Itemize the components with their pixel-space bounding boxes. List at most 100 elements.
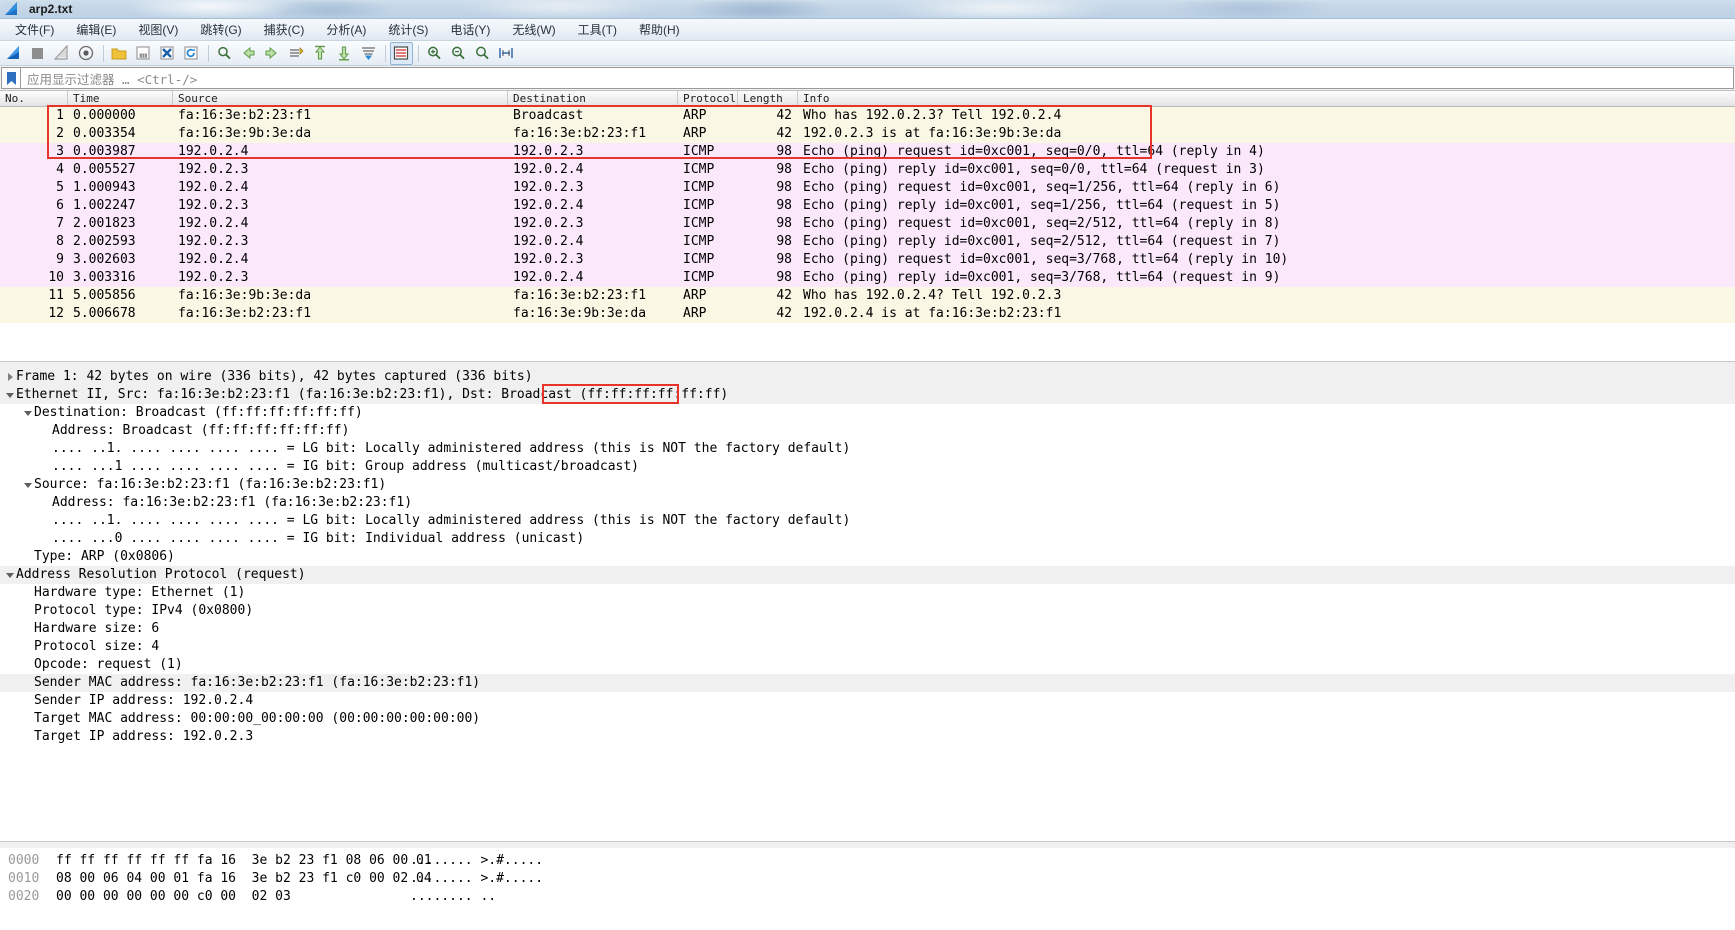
- menu-help[interactable]: 帮助(H): [628, 19, 691, 41]
- detail-row[interactable]: Ethernet II, Src: fa:16:3e:b2:23:f1 (fa:…: [0, 386, 1735, 404]
- zoom-reset-icon[interactable]: [471, 42, 494, 65]
- menu-view[interactable]: 视图(V): [127, 19, 189, 41]
- detail-row-label: Opcode: request (1): [34, 657, 183, 672]
- packet-row[interactable]: 2 0.003354 fa:16:3e:9b:3e:da fa:16:3e:b2:23…: [0, 125, 1735, 143]
- svg-text:010: 010: [140, 53, 148, 58]
- menu-edit[interactable]: 编辑(E): [65, 19, 127, 41]
- detail-row[interactable]: Source: fa:16:3e:b2:23:f1 (fa:16:3e:b2:2…: [0, 476, 1735, 494]
- display-filter-input[interactable]: 应用显示过滤器 … <Ctrl-/>: [20, 67, 1734, 89]
- start-capture-icon[interactable]: [3, 42, 26, 65]
- column-header-length[interactable]: Length: [738, 91, 798, 106]
- packet-cell-source: 192.0.2.4: [178, 216, 249, 231]
- open-file-icon[interactable]: [108, 42, 131, 65]
- detail-row[interactable]: Protocol type: IPv4 (0x0800): [0, 602, 1735, 620]
- detail-row[interactable]: Type: ARP (0x0806): [0, 548, 1735, 566]
- packet-list-body[interactable]: 1 0.000000 fa:16:3e:b2:23:f1 Broadcast ARP 42…: [0, 107, 1735, 323]
- stop-capture-icon[interactable]: [27, 42, 50, 65]
- packet-bytes-pane[interactable]: 0000 ff ff ff ff ff ff fa 16 3e b2 23 f1 …: [0, 848, 1735, 930]
- detail-row[interactable]: .... ...1 .... .... .... .... = IG bit: …: [0, 458, 1735, 476]
- packet-row[interactable]: 6 1.002247 192.0.2.3 192.0.2.4 ICMP 98 Echo (p…: [0, 197, 1735, 215]
- menu-go[interactable]: 跳转(G): [189, 19, 252, 41]
- go-back-icon[interactable]: [237, 42, 260, 65]
- detail-row[interactable]: Address: Broadcast (ff:ff:ff:ff:ff:ff): [0, 422, 1735, 440]
- packet-row[interactable]: 3 0.003987 192.0.2.4 192.0.2.3 ICMP 98 Echo (p…: [0, 143, 1735, 161]
- go-forward-icon[interactable]: [261, 42, 284, 65]
- column-header-info[interactable]: Info: [798, 91, 1658, 106]
- detail-row[interactable]: Target MAC address: 00:00:00_00:00:00 (0…: [0, 710, 1735, 728]
- packet-row[interactable]: 7 2.001823 192.0.2.4 192.0.2.3 ICMP 98 Echo (p…: [0, 215, 1735, 233]
- zoom-out-icon[interactable]: [447, 42, 470, 65]
- menu-statistics[interactable]: 统计(S): [377, 19, 439, 41]
- go-to-last-packet-icon[interactable]: [333, 42, 356, 65]
- packet-detail-tree[interactable]: Frame 1: 42 bytes on wire (336 bits), 42…: [0, 368, 1735, 746]
- colorize-packets-icon[interactable]: [390, 41, 413, 65]
- packet-cell-time: 5.006678: [73, 306, 136, 321]
- packet-cell-source: fa:16:3e:9b:3e:da: [178, 126, 312, 141]
- detail-row-label: Sender IP address: 192.0.2.4: [34, 693, 254, 708]
- collapse-triangle-icon[interactable]: [4, 392, 16, 398]
- hex-bytes: 08 00 06 04 00 01 fa 16 3e b2 23 f1 c0 0…: [56, 871, 432, 886]
- detail-row[interactable]: Sender IP address: 192.0.2.4: [0, 692, 1735, 710]
- packet-detail-pane[interactable]: Frame 1: 42 bytes on wire (336 bits), 42…: [0, 368, 1735, 842]
- detail-row[interactable]: Hardware size: 6: [0, 620, 1735, 638]
- detail-row[interactable]: .... ..1. .... .... .... .... = LG bit: …: [0, 512, 1735, 530]
- packet-row[interactable]: 4 0.005527 192.0.2.3 192.0.2.4 ICMP 98 Echo (p…: [0, 161, 1735, 179]
- column-header-no[interactable]: No.: [0, 91, 68, 106]
- detail-row[interactable]: Address: fa:16:3e:b2:23:f1 (fa:16:3e:b2:…: [0, 494, 1735, 512]
- collapse-triangle-icon[interactable]: [22, 482, 34, 488]
- column-header-protocol[interactable]: Protocol: [678, 91, 738, 106]
- packet-cell-protocol: ARP: [683, 108, 707, 123]
- packet-cell-destination: 192.0.2.4: [513, 198, 584, 213]
- packet-list[interactable]: No. Time Source Destination Protocol Len…: [0, 91, 1735, 362]
- packet-cell-no: 6: [56, 198, 64, 213]
- resize-columns-icon[interactable]: [495, 42, 518, 65]
- detail-row[interactable]: .... ...0 .... .... .... .... = IG bit: …: [0, 530, 1735, 548]
- restart-capture-icon[interactable]: [51, 42, 74, 65]
- detail-row[interactable]: .... ..1. .... .... .... .... = LG bit: …: [0, 440, 1735, 458]
- hex-row[interactable]: 0010 08 00 06 04 00 01 fa 16 3e b2 23 f1 …: [0, 870, 1735, 888]
- hex-row[interactable]: 0000 ff ff ff ff ff ff fa 16 3e b2 23 f1 …: [0, 852, 1735, 870]
- expand-triangle-icon[interactable]: [4, 373, 16, 381]
- packet-row[interactable]: 10 3.003316 192.0.2.3 192.0.2.4 ICMP 98 Echo (…: [0, 269, 1735, 287]
- menu-wireless[interactable]: 无线(W): [501, 19, 566, 41]
- reload-file-icon[interactable]: [180, 42, 203, 65]
- column-header-source[interactable]: Source: [173, 91, 508, 106]
- go-to-first-packet-icon[interactable]: [309, 42, 332, 65]
- packet-row[interactable]: 11 5.005856 fa:16:3e:9b:3e:da fa:16:3e:b2:2…: [0, 287, 1735, 305]
- auto-scroll-icon[interactable]: [357, 42, 380, 65]
- detail-row[interactable]: Target IP address: 192.0.2.3: [0, 728, 1735, 746]
- detail-row[interactable]: Opcode: request (1): [0, 656, 1735, 674]
- hex-row[interactable]: 0020 00 00 00 00 00 00 c0 00 02 03.......…: [0, 888, 1735, 906]
- close-file-icon[interactable]: [156, 42, 179, 65]
- collapse-triangle-icon[interactable]: [22, 410, 34, 416]
- detail-row[interactable]: Address Resolution Protocol (request): [0, 566, 1735, 584]
- find-packet-icon[interactable]: [213, 42, 236, 65]
- packet-row[interactable]: 1 0.000000 fa:16:3e:b2:23:f1 Broadcast ARP 42…: [0, 107, 1735, 125]
- detail-row[interactable]: Protocol size: 4: [0, 638, 1735, 656]
- menu-capture[interactable]: 捕获(C): [253, 19, 316, 41]
- packet-row[interactable]: 12 5.006678 fa:16:3e:b2:23:f1 fa:16:3e:9b:3…: [0, 305, 1735, 323]
- capture-options-icon[interactable]: [75, 42, 98, 65]
- detail-row[interactable]: Destination: Broadcast (ff:ff:ff:ff:ff:f…: [0, 404, 1735, 422]
- packet-row[interactable]: 8 2.002593 192.0.2.3 192.0.2.4 ICMP 98 Echo (p…: [0, 233, 1735, 251]
- menu-tools[interactable]: 工具(T): [567, 19, 628, 41]
- detail-row[interactable]: Hardware type: Ethernet (1): [0, 584, 1735, 602]
- collapse-triangle-icon[interactable]: [4, 572, 16, 578]
- hex-dump[interactable]: 0000 ff ff ff ff ff ff fa 16 3e b2 23 f1 …: [0, 852, 1735, 906]
- packet-cell-destination: Broadcast: [513, 108, 584, 123]
- go-to-packet-icon[interactable]: [285, 42, 308, 65]
- save-file-icon[interactable]: 010: [132, 42, 155, 65]
- menu-file[interactable]: 文件(F): [4, 19, 65, 41]
- menu-telephony[interactable]: 电话(Y): [439, 19, 501, 41]
- packet-row[interactable]: 9 3.002603 192.0.2.4 192.0.2.3 ICMP 98 Echo (p…: [0, 251, 1735, 269]
- column-header-time[interactable]: Time: [68, 91, 173, 106]
- packet-cell-no: 11: [48, 288, 64, 303]
- wireshark-window: arp2.txt 文件(F) 编辑(E) 视图(V) 跳转(G) 捕获(C) 分…: [0, 0, 1735, 930]
- packet-row[interactable]: 5 1.000943 192.0.2.4 192.0.2.3 ICMP 98 Echo (p…: [0, 179, 1735, 197]
- menu-analyze[interactable]: 分析(A): [315, 19, 377, 41]
- detail-row[interactable]: Frame 1: 42 bytes on wire (336 bits), 42…: [0, 368, 1735, 386]
- column-header-destination[interactable]: Destination: [508, 91, 678, 106]
- detail-row[interactable]: Sender MAC address: fa:16:3e:b2:23:f1 (f…: [0, 674, 1735, 692]
- zoom-in-icon[interactable]: [423, 42, 446, 65]
- bookmark-icon[interactable]: [1, 67, 20, 89]
